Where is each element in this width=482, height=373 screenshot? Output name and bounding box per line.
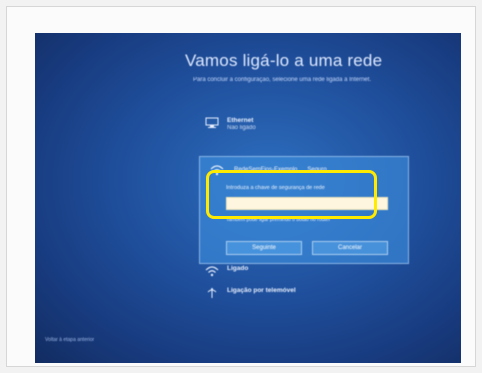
network-wifi-2[interactable]: Ligado	[205, 265, 248, 277]
page-title: Vamos ligá-lo a uma rede	[185, 51, 383, 70]
network-name: Ligado	[227, 265, 249, 272]
network-mobile[interactable]: Ligação por telemóvel	[205, 287, 296, 299]
cancel-button[interactable]: Cancelar	[312, 241, 388, 255]
network-ethernet[interactable]: Ethernet Não ligado	[205, 117, 256, 132]
antenna-icon	[205, 287, 219, 299]
page-subtitle: Para concluir a configuração, selecione …	[193, 77, 372, 83]
network-status: Não ligado	[227, 124, 256, 131]
back-link[interactable]: Voltar à etapa anterior	[45, 337, 94, 343]
network-name: Ligação por telemóvel	[227, 287, 296, 294]
ethernet-icon	[205, 117, 219, 129]
network-name: Ethernet	[227, 117, 254, 124]
next-button[interactable]: Seguinte	[226, 241, 302, 255]
wifi-icon	[205, 265, 219, 277]
highlight-outline	[206, 170, 377, 219]
